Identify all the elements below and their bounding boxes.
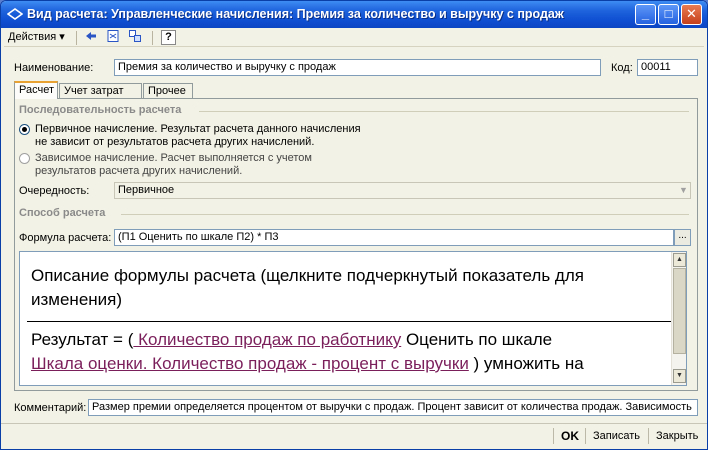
maximize-button[interactable]: □ [658,4,679,25]
button-separator [585,428,586,444]
button-separator [648,428,649,444]
move-back-icon[interactable] [82,29,100,46]
chevron-down-icon[interactable]: ▼ [676,183,691,198]
window-title: Вид расчета: Управленческие начисления: … [27,7,564,21]
result-prefix: Результат = ( [31,330,134,349]
ok-button[interactable]: OK [561,429,579,443]
code-input[interactable]: 00011 [637,59,698,76]
minimize-button[interactable]: _ [635,4,656,25]
code-label: Код: [611,62,633,74]
help-button[interactable]: ? [161,30,176,45]
dialog-window: Вид расчета: Управленческие начисления: … [0,0,708,450]
scroll-up-icon[interactable]: ▲ [673,253,686,267]
dependent-accrual-line1: Зависимое начисление. Расчет выполняется… [35,152,312,164]
comment-label: Комментарий: [14,402,87,414]
indicator-link-sales-count[interactable]: Количество продаж по работнику [133,330,401,349]
close-window-button[interactable]: ✕ [681,4,702,25]
toolbar: Действия ▾ ? [4,28,704,47]
close-button[interactable]: Закрыть [656,429,698,443]
scroll-thumb[interactable] [673,268,686,354]
primary-accrual-radio[interactable] [19,124,30,135]
sequence-group-title: Последовательность расчета [19,104,182,116]
group-divider [121,214,689,215]
tab-calculation[interactable]: Расчет [14,81,58,99]
formula-label: Формула расчета: [19,232,112,244]
formula-suffix-text: ) умножить на [468,354,584,373]
comment-input[interactable]: Размер премии определяется процентом от … [88,399,698,416]
method-group-title: Способ расчета [19,207,106,219]
primary-accrual-line1: Первичное начисление. Результат расчета … [35,123,361,135]
formula-middle-text: Оценить по шкале [401,330,553,349]
dependent-accrual-line2: результатов расчета других начислений. [35,165,243,177]
indicator-link-scale[interactable]: Шкала оценки. Количество продаж - процен… [31,354,469,373]
order-label: Очередность: [19,185,90,197]
description-scrollbar[interactable]: ▲ ▼ [671,252,686,385]
tab-cost-accounting[interactable]: Учет затрат [59,83,142,99]
description-divider [27,321,673,322]
bottom-button-bar: OK Записать Закрыть [1,423,707,449]
primary-accrual-line2: не зависит от результатов расчета других… [35,136,315,148]
scroll-down-icon[interactable]: ▼ [673,369,686,383]
formula-select-button[interactable]: ... [674,229,691,246]
order-select[interactable]: Первичное [114,182,691,199]
formula-input[interactable]: (П1 Оценить по шкале П2) * П3 [114,229,674,246]
app-icon [6,7,24,21]
formula-description-panel: Описание формулы расчета (щелкните подче… [19,251,687,386]
order-value: Первичное [118,184,175,196]
button-separator [553,428,554,444]
toolbar-separator [76,31,77,45]
actions-menu-button[interactable]: Действия ▾ [8,30,65,45]
title-bar[interactable]: Вид расчета: Управленческие начисления: … [1,1,707,28]
group-divider [199,111,689,112]
tab-other[interactable]: Прочее [143,83,193,99]
save-button[interactable]: Записать [593,429,640,443]
dependent-accrual-radio[interactable] [19,153,30,164]
description-formula: Результат = ( Количество продаж по работ… [31,328,669,376]
document-icon[interactable] [104,29,122,46]
name-label: Наименование: [14,62,94,74]
name-input[interactable]: Премия за количество и выручку с продаж [114,59,601,76]
structure-icon[interactable] [126,29,144,46]
toolbar-separator [152,31,153,45]
description-heading: Описание формулы расчета (щелкните подче… [31,266,584,309]
